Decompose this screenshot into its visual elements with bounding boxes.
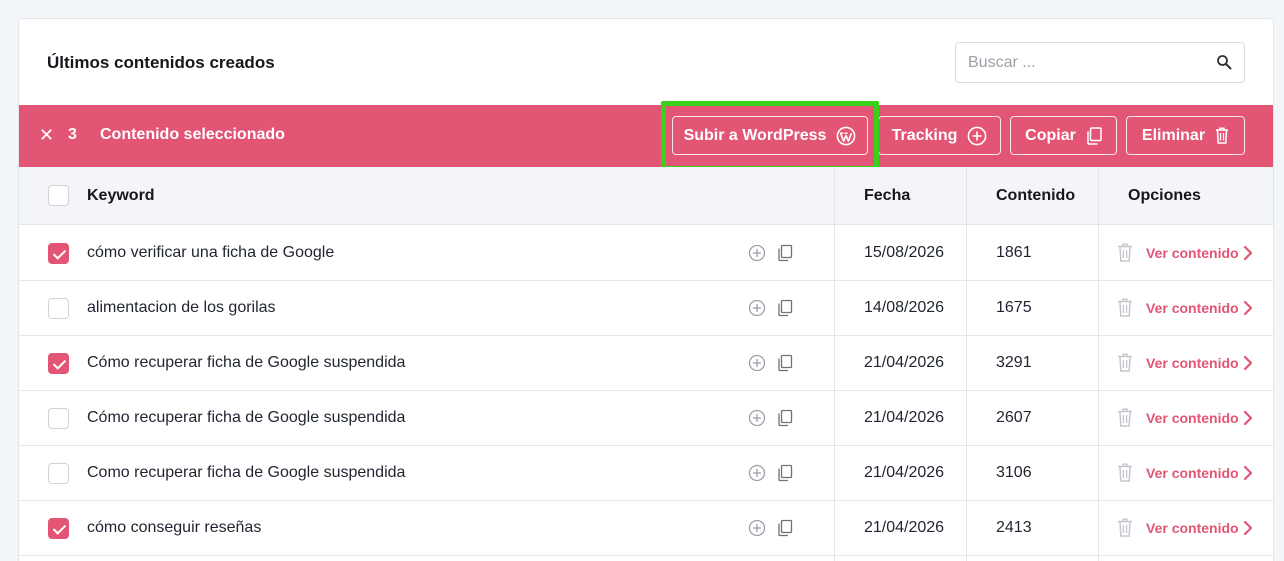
row-keyword: cómo verificar una ficha de Google (87, 244, 335, 261)
row-content: 3106 (996, 464, 1032, 481)
plus-circle-icon[interactable] (748, 299, 766, 317)
row-content: 2607 (996, 409, 1032, 426)
row-date: 15/08/2026 (864, 244, 945, 261)
select-all-checkbox[interactable] (48, 185, 69, 206)
copy-icon[interactable] (776, 299, 794, 317)
view-content-link[interactable]: Ver contenido (1146, 501, 1239, 555)
contents-card: Últimos contenidos creados ✕ 3 Contenido… (18, 18, 1274, 561)
card-title: Últimos contenidos creados (47, 53, 275, 72)
table-row: Como recuperar ficha de Google suspendid… (19, 446, 1273, 501)
plus-circle-icon[interactable] (748, 519, 766, 537)
header-keyword[interactable]: Keyword (87, 167, 155, 225)
copy-icon[interactable] (776, 409, 794, 427)
plus-circle-icon[interactable] (748, 464, 766, 482)
trash-icon[interactable] (1117, 298, 1133, 317)
row-checkbox[interactable] (48, 518, 69, 539)
close-icon[interactable]: ✕ (39, 125, 54, 145)
trash-icon[interactable] (1117, 353, 1133, 372)
trash-icon[interactable] (1117, 408, 1133, 427)
trash-icon[interactable] (1117, 243, 1133, 262)
table-header: Keyword Fecha Contenido Opciones (19, 167, 1273, 225)
row-keyword: Cómo recuperar ficha de Google suspendid… (87, 354, 406, 371)
upload-wordpress-button[interactable]: Subir a WordPress (672, 116, 868, 155)
row-content: 3291 (996, 354, 1032, 371)
view-content-link[interactable]: Ver contenido (1146, 281, 1239, 335)
selection-label: Contenido seleccionado (100, 126, 285, 143)
search-input[interactable] (968, 43, 1208, 82)
row-checkbox[interactable] (48, 298, 69, 319)
table-row: Cómo recuperar ficha de Google suspendid… (19, 336, 1273, 391)
chevron-right-icon[interactable] (1243, 245, 1253, 261)
copy-icon (1087, 126, 1102, 145)
delete-button[interactable]: Eliminar (1126, 116, 1245, 155)
selection-count: 3 (68, 126, 77, 143)
tracking-label: Tracking (891, 126, 958, 144)
view-content-link[interactable]: Ver contenido (1146, 446, 1239, 500)
chevron-right-icon[interactable] (1243, 300, 1253, 316)
row-content: 1861 (996, 244, 1032, 261)
trash-icon (1216, 127, 1229, 144)
search-icon[interactable] (1216, 54, 1232, 70)
upload-wordpress-label: Subir a WordPress (683, 126, 827, 144)
row-date: 21/04/2026 (864, 409, 945, 426)
row-date: 21/04/2026 (864, 519, 945, 536)
delete-label: Eliminar (1141, 126, 1206, 144)
row-content: 2413 (996, 519, 1032, 536)
plus-circle-icon[interactable] (748, 409, 766, 427)
copy-icon[interactable] (776, 519, 794, 537)
header-content[interactable]: Contenido (996, 167, 1075, 225)
copy-icon[interactable] (776, 354, 794, 372)
view-content-link[interactable]: Ver contenido (1146, 391, 1239, 445)
row-checkbox[interactable] (48, 463, 69, 484)
table-row: alimentacion de los gorilas 14/08/2026 1… (19, 281, 1273, 336)
table-row: cómo conseguir reseñas 21/04/2026 2413 V… (19, 501, 1273, 556)
plus-circle-icon[interactable] (748, 354, 766, 372)
row-checkbox[interactable] (48, 353, 69, 374)
row-checkbox[interactable] (48, 408, 69, 429)
table-row: cómo verificar una ficha de Google 15/08… (19, 226, 1273, 281)
copy-icon[interactable] (776, 464, 794, 482)
view-content-link[interactable]: Ver contenido (1146, 226, 1239, 280)
row-content: 1675 (996, 299, 1032, 316)
row-date: 21/04/2026 (864, 464, 945, 481)
view-content-link[interactable]: Ver contenido (1146, 336, 1239, 390)
trash-icon[interactable] (1117, 463, 1133, 482)
plus-circle-icon (968, 126, 987, 145)
row-keyword: cómo conseguir reseñas (87, 519, 262, 536)
header-options: Opciones (1128, 187, 1201, 204)
search-box[interactable] (955, 42, 1245, 83)
chevron-right-icon[interactable] (1243, 465, 1253, 481)
row-keyword: Cómo recuperar ficha de Google suspendid… (87, 409, 406, 426)
row-keyword: Como recuperar ficha de Google suspendid… (87, 464, 406, 481)
table-row: Cómo recuperar ficha de Google suspendid… (19, 391, 1273, 446)
copy-button[interactable]: Copiar (1010, 116, 1117, 155)
plus-circle-icon[interactable] (748, 244, 766, 262)
header-date[interactable]: Fecha (864, 167, 910, 225)
row-checkbox[interactable] (48, 243, 69, 264)
wordpress-icon (837, 126, 856, 145)
selection-bar: ✕ 3 Contenido seleccionado Subir a WordP… (19, 105, 1273, 167)
row-date: 14/08/2026 (864, 299, 945, 316)
row-date: 21/04/2026 (864, 354, 945, 371)
copy-icon[interactable] (776, 244, 794, 262)
chevron-right-icon[interactable] (1243, 355, 1253, 371)
row-keyword: alimentacion de los gorilas (87, 299, 276, 316)
trash-icon[interactable] (1117, 518, 1133, 537)
copy-label: Copiar (1025, 126, 1076, 144)
chevron-right-icon[interactable] (1243, 520, 1253, 536)
chevron-right-icon[interactable] (1243, 410, 1253, 426)
tracking-button[interactable]: Tracking (878, 116, 1001, 155)
